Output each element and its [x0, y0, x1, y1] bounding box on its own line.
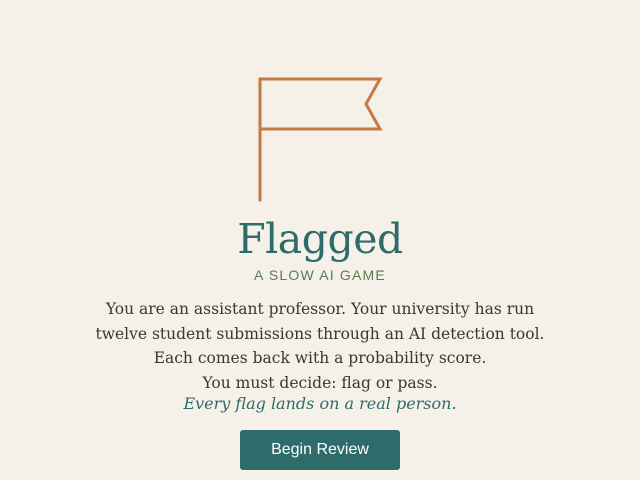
tagline: Every flag lands on a real person.	[183, 394, 457, 413]
begin-review-button[interactable]: Begin Review	[240, 430, 400, 470]
intro-line: Each comes back with a probability score…	[153, 349, 487, 367]
title-screen: Flagged A SLOW AI GAME You are an assist…	[0, 0, 640, 480]
flag-icon	[258, 77, 383, 202]
flag-banner	[258, 77, 383, 202]
intro-line: twelve student submissions through an AI…	[95, 324, 545, 343]
intro-line: You are an assistant professor. Your uni…	[105, 300, 535, 318]
game-subtitle: A SLOW AI GAME	[254, 267, 386, 283]
intro-text: You are an assistant professor. Your uni…	[0, 297, 640, 395]
game-title: Flagged	[237, 215, 403, 263]
